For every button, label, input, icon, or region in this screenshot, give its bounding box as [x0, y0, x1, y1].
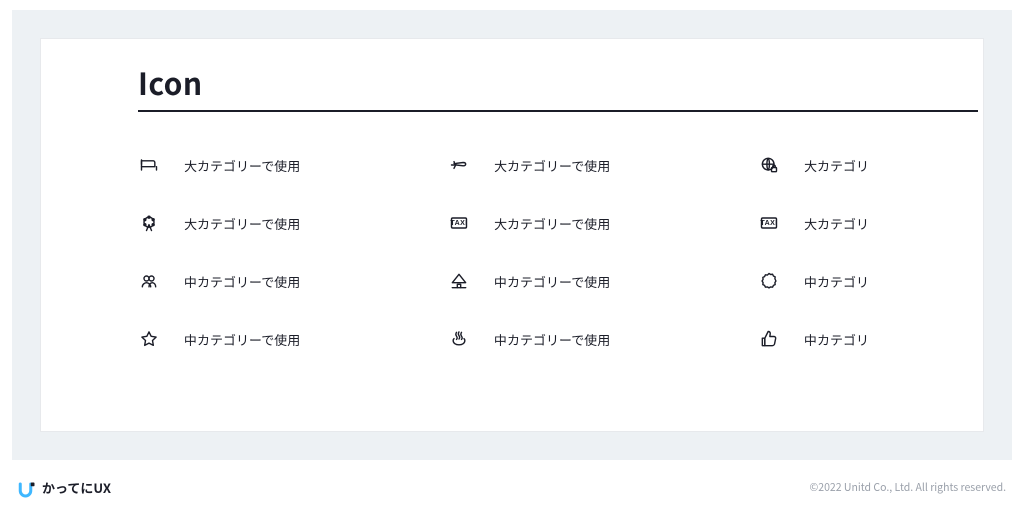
artboard-frame: Icon 大カテゴリーで使用大カテゴリーで使用大カテゴリ大カテゴリーで使用大カテ… [12, 10, 1012, 460]
section-title: Icon [138, 38, 978, 112]
icon-label: 大カテゴリ [804, 214, 869, 233]
icon-cell: 中カテゴリーで使用 [448, 270, 758, 292]
icon-grid: 大カテゴリーで使用大カテゴリーで使用大カテゴリ大カテゴリーで使用大カテゴリーで使… [138, 136, 978, 426]
icon-row: 中カテゴリーで使用 中カテゴリーで使用 中カテゴリ [138, 252, 978, 310]
hut-icon [448, 270, 470, 292]
icon-cell: 中カテゴリ [758, 328, 984, 350]
taxi-icon [758, 212, 780, 234]
icon-cell: 大カテゴリーで使用 [448, 154, 758, 176]
icon-label: 大カテゴリーで使用 [184, 156, 300, 175]
ferris-wheel-icon [138, 212, 160, 234]
footer: かってにUX ©2022 Unitd Co., Ltd. All rights … [18, 477, 1006, 497]
icon-label: 中カテゴリーで使用 [494, 330, 610, 349]
icon-cell [138, 386, 448, 408]
icon-label: 大カテゴリーで使用 [494, 214, 610, 233]
page-root: Icon 大カテゴリーで使用大カテゴリーで使用大カテゴリ大カテゴリーで使用大カテ… [0, 0, 1024, 509]
taxi-icon [448, 212, 470, 234]
plane-icon [448, 154, 470, 176]
icon-row: 大カテゴリーで使用 大カテゴリーで使用 大カテゴリ [138, 194, 978, 252]
blank-icon [448, 386, 470, 408]
icon-row [138, 368, 978, 426]
icon-label: 中カテゴリーで使用 [184, 272, 300, 291]
brand: かってにUX [18, 478, 111, 497]
icon-cell [448, 386, 758, 408]
star-icon [138, 328, 160, 350]
icon-row: 中カテゴリーで使用 中カテゴリーで使用 中カテゴリ [138, 310, 978, 368]
icon-cell [758, 386, 984, 408]
icon-label: 大カテゴリーで使用 [184, 214, 300, 233]
icon-cell: 中カテゴリーで使用 [138, 328, 448, 350]
brand-text: かってにUX [42, 478, 111, 497]
icon-cell: 大カテゴリーで使用 [138, 154, 448, 176]
icon-cell: 中カテゴリーで使用 [448, 328, 758, 350]
badge-icon [758, 270, 780, 292]
icon-label: 中カテゴリーで使用 [494, 272, 610, 291]
brand-logo-icon [18, 479, 36, 495]
icon-cell: 大カテゴリーで使用 [448, 212, 758, 234]
icon-cell: 大カテゴリーで使用 [138, 212, 448, 234]
icon-row: 大カテゴリーで使用 大カテゴリーで使用 大カテゴリ [138, 136, 978, 194]
icon-cell: 大カテゴリ [758, 212, 984, 234]
icon-label: 中カテゴリ [804, 272, 869, 291]
icon-label: 大カテゴリ [804, 156, 869, 175]
icon-section: Icon 大カテゴリーで使用大カテゴリーで使用大カテゴリ大カテゴリーで使用大カテ… [138, 38, 978, 426]
icon-cell: 中カテゴリ [758, 270, 984, 292]
icon-label: 中カテゴリ [804, 330, 869, 349]
bed-icon [138, 154, 160, 176]
globe-lock-icon [758, 154, 780, 176]
blank-icon [758, 386, 780, 408]
artboard-canvas: Icon 大カテゴリーで使用大カテゴリーで使用大カテゴリ大カテゴリーで使用大カテ… [40, 38, 984, 432]
icon-label: 大カテゴリーで使用 [494, 156, 610, 175]
copyright-text: ©2022 Unitd Co., Ltd. All rights reserve… [810, 480, 1006, 495]
blank-icon [138, 386, 160, 408]
onsen-icon [448, 328, 470, 350]
thumbs-up-icon [758, 328, 780, 350]
icon-cell: 中カテゴリーで使用 [138, 270, 448, 292]
people-icon [138, 270, 160, 292]
icon-label: 中カテゴリーで使用 [184, 330, 300, 349]
icon-cell: 大カテゴリ [758, 154, 984, 176]
